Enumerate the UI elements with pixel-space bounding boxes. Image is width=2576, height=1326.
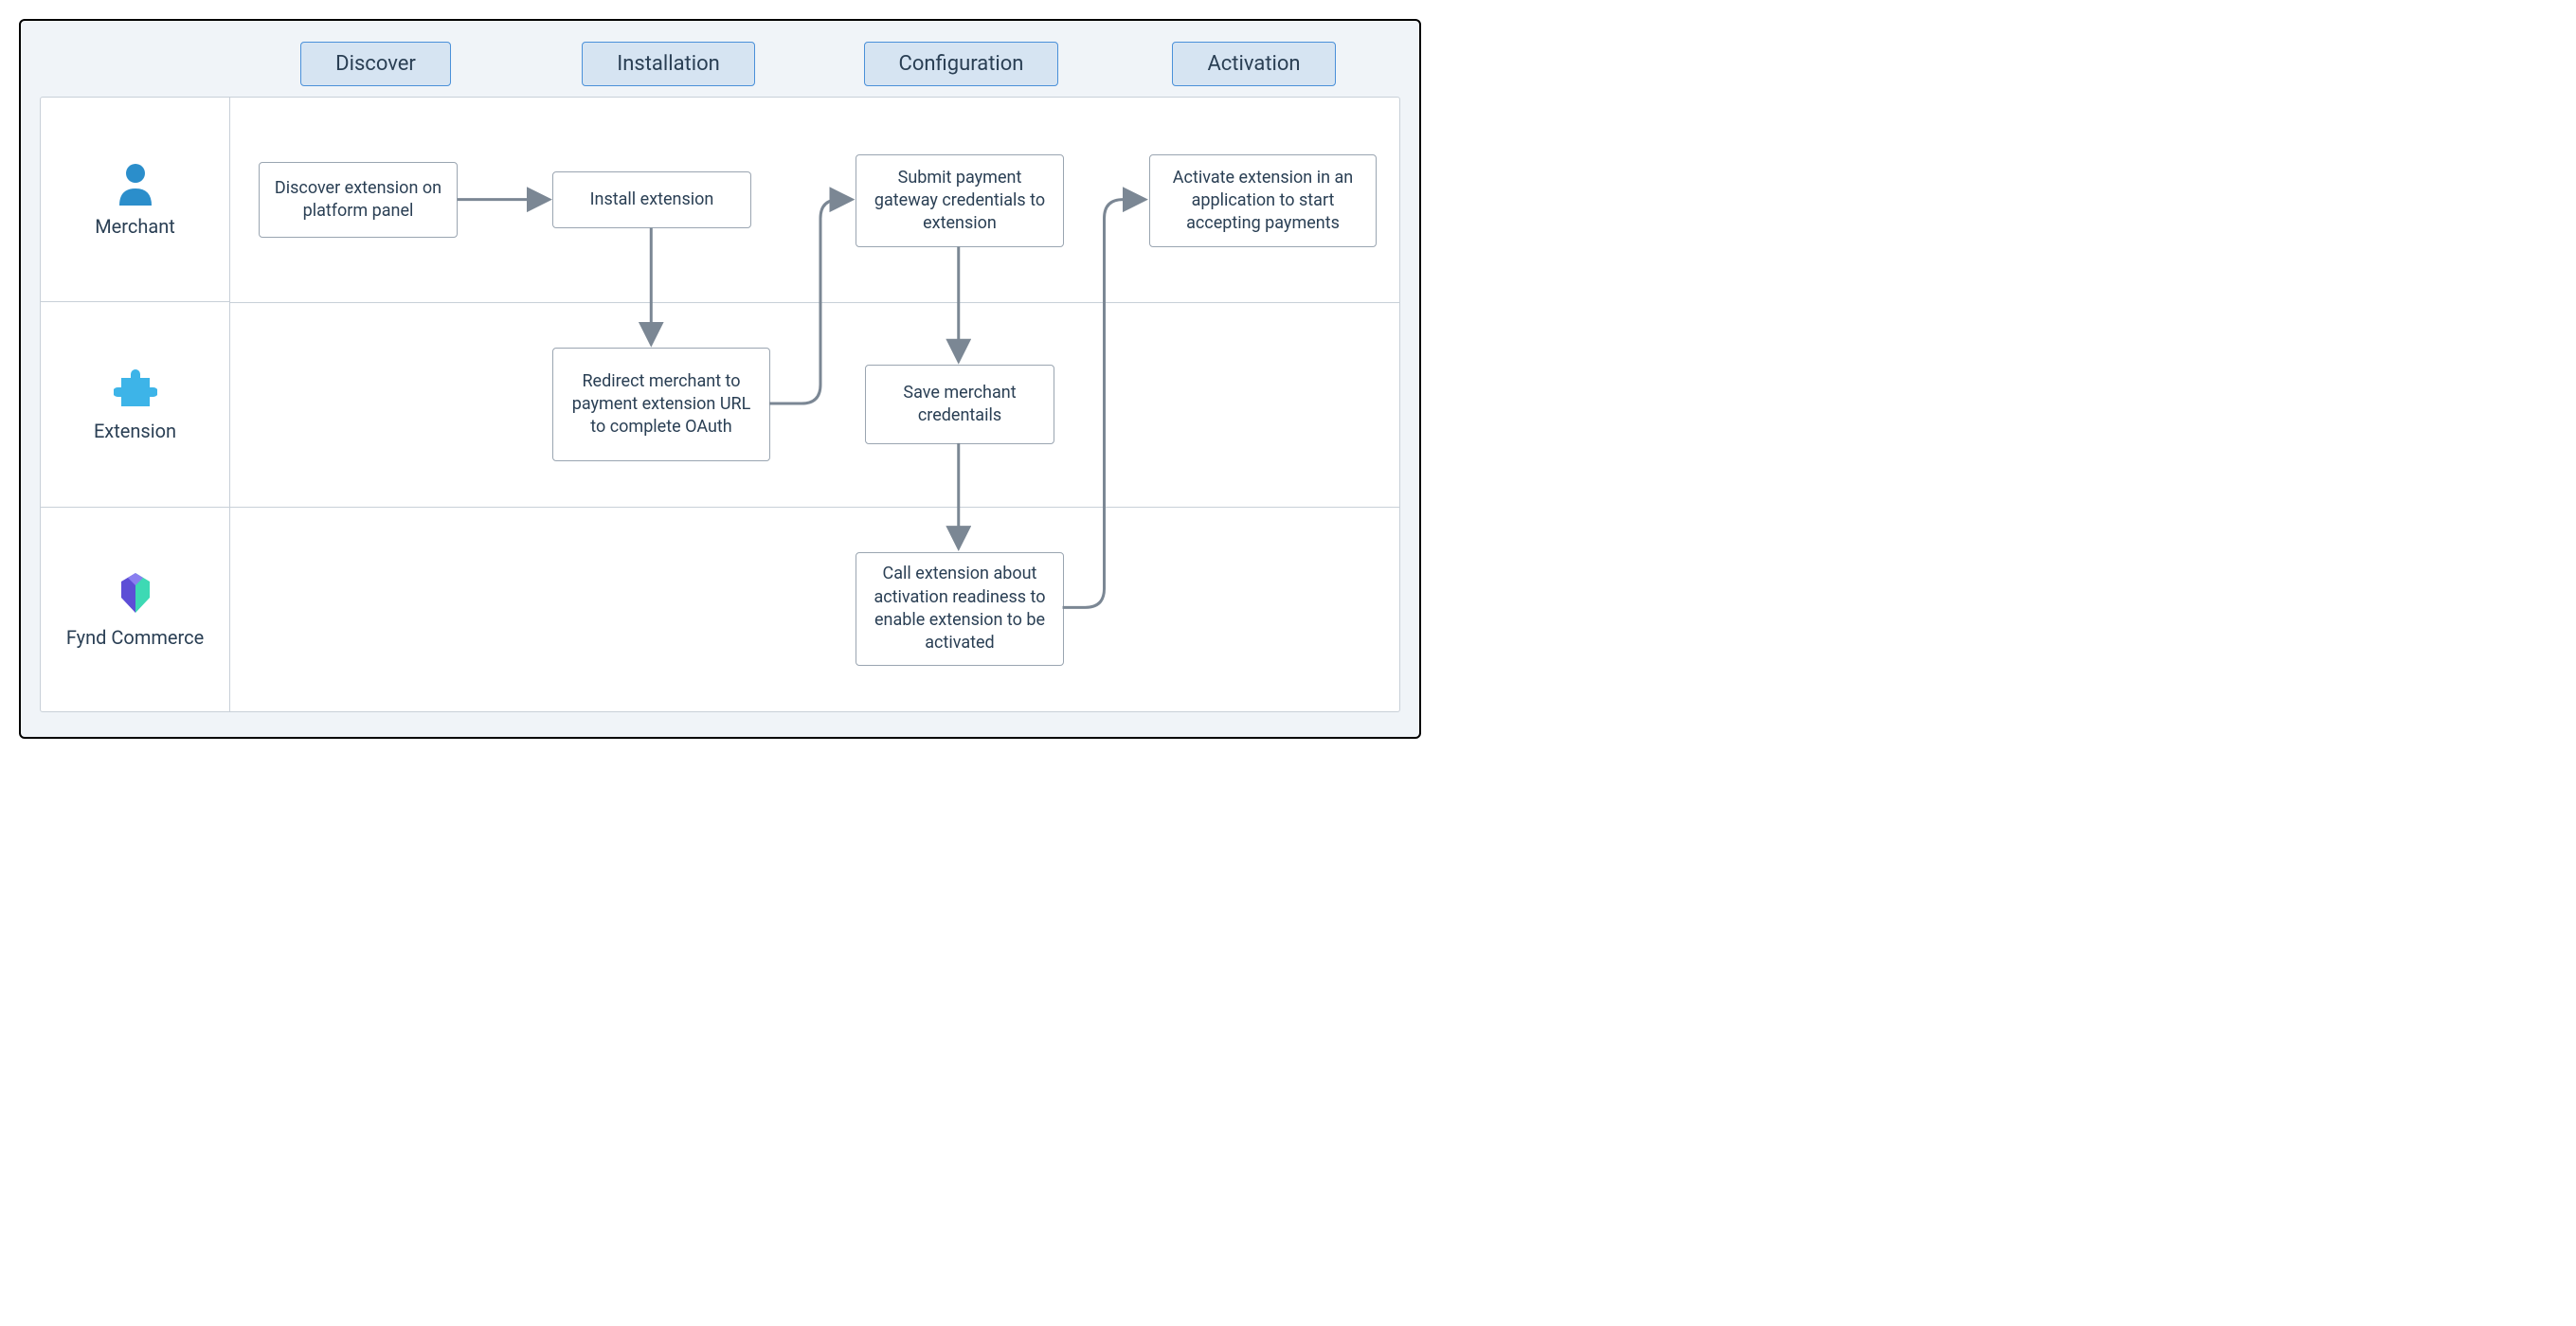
- phase-header-row: Discover Installation Configuration Acti…: [40, 30, 1400, 97]
- node-activate: Activate extension in an application to …: [1149, 154, 1377, 247]
- lane-fynd-label: Fynd Commerce: [66, 626, 204, 649]
- lane-body: Discover extension on platform panel Ins…: [230, 98, 1399, 711]
- phase-discover: Discover: [300, 42, 451, 86]
- node-redirect: Redirect merchant to payment extension U…: [552, 348, 770, 461]
- lane-merchant-label: Merchant: [95, 215, 175, 238]
- lane-merchant: Merchant: [41, 98, 229, 302]
- phase-configuration: Configuration: [864, 42, 1059, 86]
- node-submit: Submit payment gateway credentials to ex…: [856, 154, 1064, 247]
- phase-installation: Installation: [582, 42, 755, 86]
- person-icon: [116, 162, 155, 206]
- lane-fynd: Fynd Commerce: [41, 508, 229, 711]
- node-install: Install extension: [552, 171, 751, 228]
- node-save: Save merchant credentails: [865, 365, 1054, 444]
- lane-extension-label: Extension: [94, 420, 176, 442]
- fynd-logo-icon: [112, 569, 159, 617]
- swimlane-grid: Merchant Extension Fynd Commerce: [40, 97, 1400, 712]
- phase-activation: Activation: [1172, 42, 1335, 86]
- lane-labels: Merchant Extension Fynd Commerce: [41, 98, 230, 711]
- node-call: Call extension about activation readines…: [856, 552, 1064, 666]
- lane-extension: Extension: [41, 302, 229, 507]
- puzzle-icon: [114, 367, 157, 410]
- diagram-frame: Discover Installation Configuration Acti…: [19, 19, 1421, 739]
- node-discover: Discover extension on platform panel: [259, 162, 458, 238]
